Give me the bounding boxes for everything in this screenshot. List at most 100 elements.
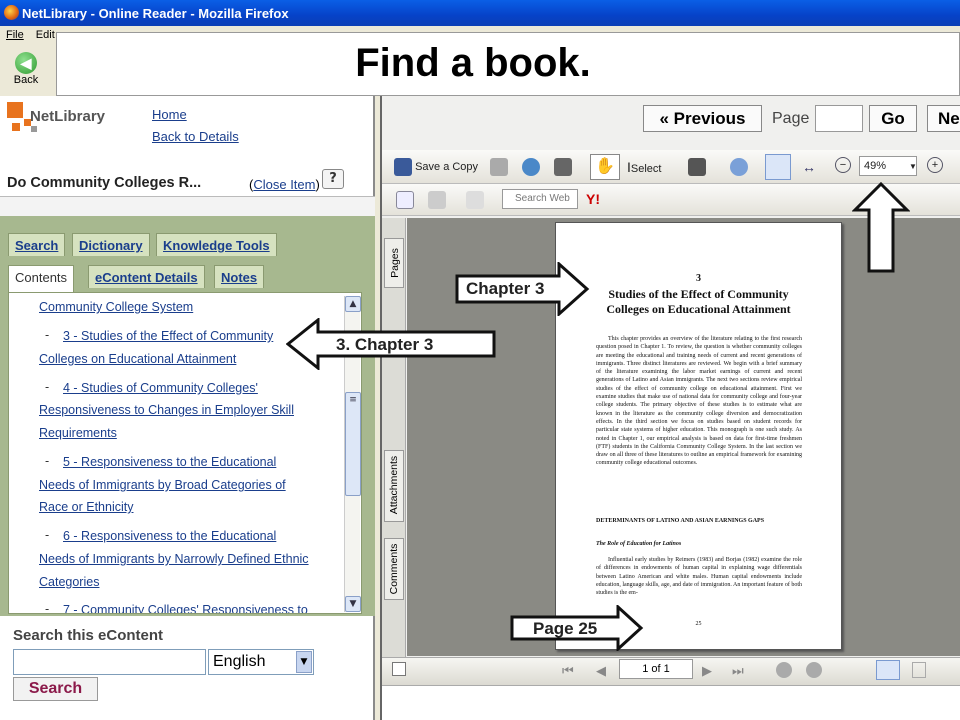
menu-file[interactable]: File (6, 29, 24, 41)
last-page-icon[interactable]: ⏭ (732, 661, 744, 681)
back-button[interactable]: ◀ Back (6, 50, 46, 92)
print-button[interactable] (490, 157, 508, 177)
document-page: 3 Studies of the Effect of Community Col… (555, 222, 842, 650)
page-of-indicator[interactable]: 1 of 1 (619, 659, 693, 679)
page-label: Page (772, 110, 810, 127)
copy-icon (466, 191, 484, 210)
toc-dash: - (45, 454, 50, 468)
menu-edit[interactable]: Edit (36, 29, 55, 41)
tab-econtent-details[interactable]: eContent Details (88, 265, 205, 288)
copy-button[interactable] (466, 190, 484, 210)
search-button[interactable]: Search (13, 677, 98, 701)
callout-chapter3-label: Chapter 3 (466, 279, 545, 298)
zoom-up-arrow-icon (852, 182, 910, 273)
chevron-down-icon[interactable]: ▼ (296, 651, 312, 673)
tab-knowledge-tools[interactable]: Knowledge Tools (156, 233, 277, 256)
instruction-banner: Find a book. (56, 32, 960, 96)
go-button[interactable]: Go (869, 105, 917, 132)
spellcheck-button[interactable] (396, 190, 414, 210)
zoom-in-tool-icon[interactable] (730, 157, 748, 177)
search-econtent-label: Search this eContent (13, 627, 164, 644)
tab-notes[interactable]: Notes (214, 265, 265, 288)
zoom-out-icon[interactable]: − (835, 157, 851, 173)
toc-item[interactable]: Community College System (39, 300, 193, 314)
zoom-in-icon[interactable]: + (927, 157, 943, 173)
snapshot-button[interactable] (688, 157, 706, 177)
toc-item[interactable]: Needs of Immigrants by Narrowly Defined … (39, 552, 309, 566)
prev-page-icon[interactable]: ◀ (596, 661, 606, 681)
status-strip (382, 685, 960, 720)
help-icon[interactable]: ? (322, 169, 344, 189)
next-button[interactable]: Ne (927, 105, 960, 132)
back-to-details-link[interactable]: Back to Details (152, 129, 239, 144)
toc-item[interactable]: Race or Ethnicity (39, 500, 133, 514)
email-button[interactable] (522, 157, 540, 177)
undo-button[interactable] (428, 190, 446, 210)
side-tabs: Pages Attachments Comments (382, 218, 406, 658)
section-heading: DETERMINANTS OF LATINO AND ASIAN EARNING… (596, 518, 765, 524)
toc-item-chapter-4[interactable]: 4 - Studies of Community Colleges' (63, 381, 258, 395)
firefox-icon (4, 5, 19, 20)
body-paragraph-2: Influential early studies by Reimers (19… (596, 557, 802, 597)
toc-item[interactable]: Needs of Immigrants by Broad Categories … (39, 478, 286, 492)
close-item: (Close Item) (249, 177, 320, 192)
search-econtent-input[interactable] (13, 649, 206, 675)
history-forward-icon[interactable] (806, 662, 822, 678)
chevron-down-icon[interactable]: ▼ (909, 157, 917, 177)
scroll-down-icon[interactable]: ▼ (345, 596, 361, 612)
toc-item-chapter-5[interactable]: 5 - Responsiveness to the Educational (63, 455, 276, 469)
find-button[interactable] (554, 157, 572, 177)
chapter-title-2: Colleges on Educational Attainment (606, 302, 791, 316)
pdf-toolbar: Save a Copy ✋ ISelect ↔ − 49% ▼ + (382, 150, 960, 184)
home-link[interactable]: Home (152, 107, 187, 122)
next-page-icon[interactable]: ▶ (702, 661, 712, 681)
fit-page-icon[interactable] (765, 154, 791, 180)
toc-item[interactable]: Requirements (39, 426, 117, 440)
chapter-number: 3 (696, 273, 701, 284)
body-paragraph: This chapter provides an overview of the… (596, 336, 802, 467)
spellcheck-icon (396, 191, 414, 210)
scroll-up-icon[interactable]: ▲ (345, 296, 361, 312)
toc-item[interactable]: Colleges on Educational Attainment (39, 352, 236, 366)
first-page-icon[interactable]: ⏮ (562, 661, 574, 681)
select-tool-button[interactable]: ISelect (627, 157, 661, 177)
camera-icon (688, 158, 706, 177)
continuous-page-icon[interactable] (912, 662, 926, 678)
print-icon (490, 158, 508, 177)
panel-toggle-icon[interactable] (392, 662, 406, 676)
fit-width-icon[interactable]: ↔ (802, 157, 816, 177)
single-page-icon[interactable] (876, 660, 900, 680)
save-icon (394, 158, 412, 177)
toc-dash: - (45, 380, 50, 394)
pages-tab[interactable]: Pages (384, 238, 404, 288)
toc-item-chapter-6[interactable]: 6 - Responsiveness to the Educational (63, 529, 276, 543)
back-label: Back (13, 74, 39, 86)
email-icon (522, 158, 540, 177)
logo-text: NetLibrary (30, 108, 106, 125)
separator (0, 196, 375, 216)
save-copy-button[interactable]: Save a Copy (394, 157, 478, 177)
chapter-title-1: Studies of the Effect of Community (608, 287, 789, 301)
attachments-tab[interactable]: Attachments (384, 450, 404, 522)
tab-dictionary[interactable]: Dictionary (72, 233, 150, 256)
back-arrow-icon: ◀ (15, 52, 37, 74)
previous-button[interactable]: « Previous (643, 105, 762, 132)
scroll-thumb[interactable]: ≡ (345, 392, 361, 496)
history-back-icon[interactable] (776, 662, 792, 678)
comments-tab[interactable]: Comments (384, 538, 404, 600)
toc-item[interactable]: Responsiveness to Changes in Employer Sk… (39, 403, 294, 417)
tab-contents[interactable]: Contents (8, 265, 75, 293)
yahoo-icon[interactable]: Y! (586, 189, 600, 209)
hand-tool-icon[interactable]: ✋ (590, 154, 620, 180)
toc-item-chapter-3[interactable]: 3 - Studies of the Effect of Community (63, 329, 273, 343)
toc-item[interactable]: Categories (39, 575, 99, 589)
tab-search[interactable]: Search (8, 233, 66, 256)
toc-item-chapter-7[interactable]: 7 - Community Colleges' Responsiveness t… (63, 603, 308, 613)
search-web-input[interactable]: Search Web (502, 189, 578, 209)
toc-dash: - (45, 328, 50, 342)
page-input[interactable] (815, 105, 863, 132)
toc-dash: - (45, 602, 50, 614)
binoculars-icon (554, 158, 572, 177)
close-item-link[interactable]: Close Item (253, 177, 315, 192)
item-title: Do Community Colleges R... (7, 175, 202, 191)
